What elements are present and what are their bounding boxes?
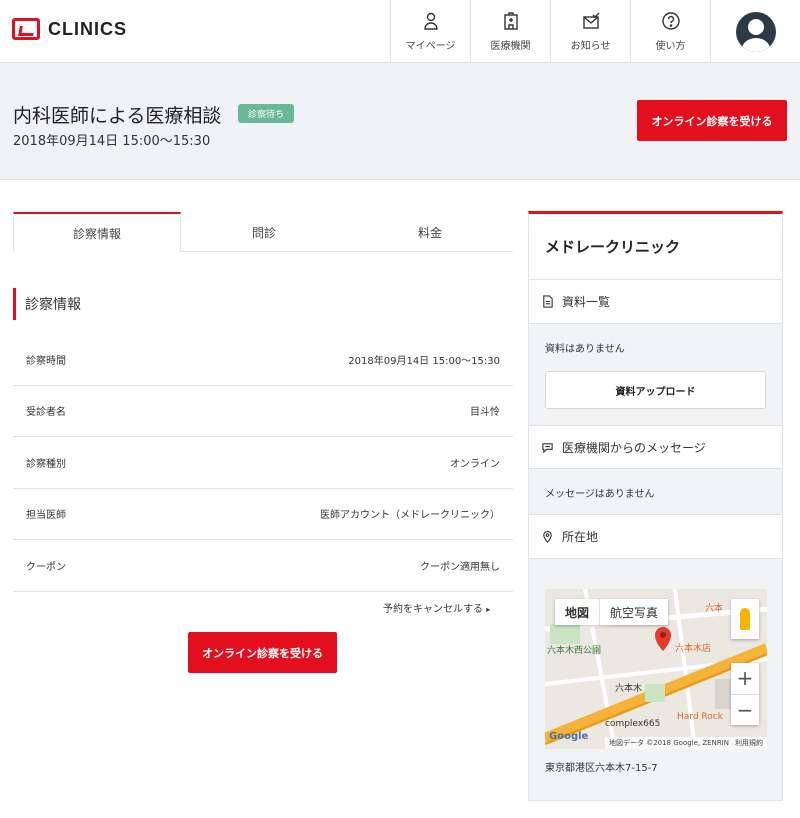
clinic-address: 東京都港区六本木7-15-7 [545,763,658,774]
zoom-control: + − [731,663,759,725]
online-consultation-button-top[interactable]: オンライン診察を受ける [637,100,787,141]
documents-title: 資料一覧 [562,295,611,309]
messages-header: 医療機関からのメッセージ [529,425,782,469]
map-label-complex: complex665 [605,719,661,729]
top-header: CLINICS マイページ 医療機関 お知らせ 使い方 [0,0,800,63]
row-label: 担当医師 [26,510,66,522]
map-label-park: 六本木西公園 [547,646,602,656]
document-icon [543,295,553,308]
row-label: 診察種別 [26,458,66,470]
tab-fee[interactable]: 料金 [347,212,513,251]
clinics-logo[interactable]: CLINICS [12,18,127,40]
detail-tabs: 診察情報 問診 料金 [13,212,513,252]
map-credit-bar: 地図データ ©2018 Google, ZENRIN 利用規約 [604,737,767,749]
row-value: 医師アカウント（メドレークリニック） [320,510,500,522]
nav-hospital[interactable]: 医療機関 [470,0,550,63]
map-terms-link[interactable]: 利用規約 [735,738,763,748]
notice-icon [582,12,599,29]
hospital-icon [503,12,518,30]
satellite-tab[interactable]: 航空写真 [599,599,668,625]
map-label-hardrock: Hard Rock [677,712,723,722]
location-title: 所在地 [562,530,599,544]
messages-title: 医療機関からのメッセージ [562,440,706,455]
avatar [735,11,776,52]
location-pin-icon [543,530,552,543]
table-row: クーポン クーポン適用無し [13,540,513,592]
table-row: 受診者名 目斗怜 [13,386,513,437]
row-value: 目斗怜 [470,407,500,419]
consultation-datetime: 2018年09月14日 15:00〜15:30 [13,134,211,149]
page-title: 内科医師による医療相談 [13,105,222,127]
map-label-roppongi-top: 六本 [705,604,724,614]
main-nav: マイページ 医療機関 お知らせ 使い方 [390,0,800,63]
nav-notice-label: お知らせ [570,41,611,52]
row-label: 受診者名 [26,407,66,419]
nav-help[interactable]: 使い方 [630,0,710,63]
map-type-control: 地図 航空写真 [555,599,669,625]
documents-empty: 資料はありません [545,344,625,355]
mypage-icon [423,12,438,30]
brand-name: CLINICS [48,18,127,39]
table-row: 診察種別 オンライン [13,437,513,489]
chevron-right-icon: ▸ [486,605,491,614]
tab-consultation-info[interactable]: 診察情報 [13,212,181,252]
clinics-logo-icon [12,18,40,40]
row-label: クーポン [26,561,66,573]
nav-help-label: 使い方 [655,41,686,52]
row-value: 2018年09月14日 15:00〜15:30 [348,355,500,367]
street-view-pegman-icon[interactable] [731,599,759,639]
zoom-in-button[interactable]: + [731,663,759,695]
google-logo: Google [549,731,589,742]
details-table: 診察時間 2018年09月14日 15:00〜15:30 受診者名 目斗怜 診察… [13,334,513,592]
location-header: 所在地 [529,515,782,559]
cancel-reservation-link[interactable]: 予約をキャンセルする ▸ [383,600,490,615]
cancel-link-label: 予約をキャンセルする [383,604,483,615]
status-badge: 診察待ち [238,104,295,123]
nav-hospital-label: 医療機関 [490,41,531,52]
nav-mypage[interactable]: マイページ [390,0,470,63]
table-row: 診察時間 2018年09月14日 15:00〜15:30 [13,334,513,386]
table-row: 担当医師 医師アカウント（メドレークリニック） [13,489,513,540]
online-consultation-button[interactable]: オンライン診察を受ける [188,632,337,673]
clinic-panel: メドレークリニック 資料一覧 資料はありません 資料アップロード 医療機関からの… [528,211,783,801]
user-menu[interactable] [710,0,800,63]
nav-notice[interactable]: お知らせ [550,0,630,63]
row-value: クーポン適用無し [420,561,500,573]
documents-header: 資料一覧 [529,280,782,324]
map-label-station: 六本木 [615,684,643,694]
tab-questionnaire[interactable]: 問診 [181,212,347,251]
map-label-shop: 六本木店 [675,644,712,654]
messages-empty: メッセージはありません [529,469,782,515]
map-tab[interactable]: 地図 [555,599,599,625]
zoom-out-button[interactable]: − [731,695,759,726]
row-value: オンライン [450,458,500,470]
message-icon [542,442,553,453]
upload-document-button[interactable]: 資料アップロード [545,371,766,409]
location-map[interactable]: 地図 航空写真 六本木西公園 六本木店 六本木 complex665 Hard … [545,589,767,749]
section-title: 診察情報 [13,288,81,320]
map-credit: 地図データ ©2018 Google, ZENRIN [608,739,729,747]
row-label: 診察時間 [26,355,66,367]
clinic-name: メドレークリニック [529,214,782,280]
help-icon [661,12,680,30]
nav-mypage-label: マイページ [405,41,456,52]
